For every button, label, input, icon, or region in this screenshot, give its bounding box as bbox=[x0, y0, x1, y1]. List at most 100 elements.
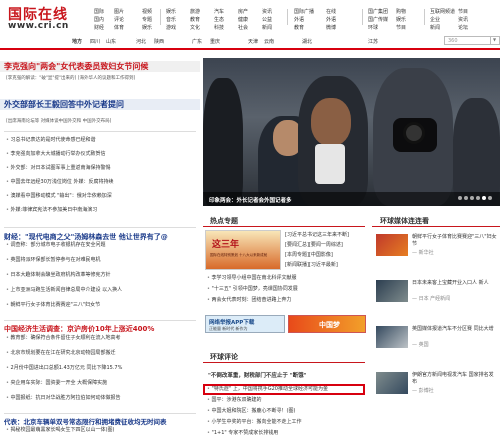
nav-link[interactable]: 音乐 bbox=[166, 16, 176, 24]
nav-link[interactable]: 娱乐 bbox=[396, 16, 406, 24]
commentary-item[interactable]: 中国大姐和院区：搬鹿心不断寻！(图) bbox=[207, 408, 296, 415]
hot-topic-banner[interactable]: 这三年 国际在线特别策划 十八大以来新成就 bbox=[205, 230, 281, 270]
news-item[interactable]: 揭秘校园最萌黑家长喝女生下四区以山一体(图) bbox=[6, 427, 115, 434]
report-app-ad[interactable]: 网络举报APP下载 正能量 新时代 新作为 bbox=[205, 315, 285, 333]
slide-dot[interactable] bbox=[458, 196, 462, 200]
nav-link[interactable]: 图片 bbox=[114, 8, 124, 16]
news-item[interactable]: 李克强向加拿大大城播动行举办仪式致贺信 bbox=[6, 151, 106, 158]
news-thumbnail[interactable] bbox=[376, 280, 408, 302]
slide-dot[interactable] bbox=[488, 196, 492, 200]
news-item[interactable]: 习总书记表达的是时代使命感已经和谐 bbox=[6, 137, 96, 144]
nav-link[interactable]: 游戏 bbox=[166, 24, 176, 32]
search-input[interactable]: 360 ▼ bbox=[444, 36, 500, 45]
nav-link[interactable]: 资讯 bbox=[262, 8, 272, 16]
site-url[interactable]: www.cri.cn bbox=[8, 21, 69, 31]
hot-topic-link[interactable]: [要闻汇总][要闻一周综述] bbox=[285, 242, 343, 249]
nav-link[interactable]: 互联网频道 bbox=[430, 8, 455, 16]
region-link[interactable]: 山东 bbox=[106, 38, 116, 45]
nav-link[interactable]: 国广传媒 bbox=[368, 16, 388, 24]
global-media-title[interactable]: 环球媒体连连看 bbox=[380, 216, 429, 226]
nav-link[interactable]: 新闻 bbox=[430, 24, 455, 32]
nav-link[interactable]: 财经 bbox=[94, 24, 104, 32]
nav-link[interactable]: 环球 bbox=[368, 24, 388, 32]
nav-link[interactable]: 娱乐 bbox=[166, 8, 176, 16]
commentary-title[interactable]: 环球评论 bbox=[210, 352, 238, 362]
nav-link[interactable]: 国际广播 bbox=[294, 8, 314, 16]
media-item-text[interactable]: 伊朗官方新闻电视发汽车 国家排名发布 bbox=[412, 372, 498, 386]
traffic-headline[interactable]: 代表：北京车辆单双号常态限行和拥堵费征收均无时间表 bbox=[4, 416, 167, 426]
nav-link[interactable]: 企业 bbox=[430, 16, 455, 24]
nav-link[interactable]: 国际 bbox=[94, 8, 104, 16]
nav-link[interactable]: 科技 bbox=[214, 24, 224, 32]
chevron-down-icon[interactable]: ▼ bbox=[490, 37, 498, 44]
media-item-text[interactable]: 日本未来客上宝藏开业入口人 新人 bbox=[412, 280, 498, 287]
news-item[interactable]: 外交部：对日本试图军事上重返南海保持警惕 bbox=[6, 165, 111, 172]
finance-headline[interactable]: 财经："现代电商之父"汤姆林森去世 他让世界有了@ bbox=[4, 232, 168, 242]
nav-link[interactable]: 外语 bbox=[326, 16, 336, 24]
news-item[interactable]: 调查称：部分城市电子收银机存在安全问题 bbox=[6, 242, 106, 249]
hot-topic-item[interactable]: 李学习领导小组中国在南北科评文献服 bbox=[207, 275, 297, 282]
region-link[interactable]: 四川 bbox=[90, 38, 100, 45]
nav-link[interactable]: 专题 bbox=[142, 16, 152, 24]
nav-link[interactable]: 国内 bbox=[94, 16, 104, 24]
nav-link[interactable]: 新闻 bbox=[262, 24, 272, 32]
nav-link[interactable]: 旅游 bbox=[190, 8, 200, 16]
nav-link[interactable]: 资讯 bbox=[458, 16, 468, 24]
news-item[interactable]: 澳媒看中国移动模式 "输出"：俄对华依赖加深 bbox=[6, 193, 112, 200]
china-dream-ad[interactable]: 中国梦 bbox=[288, 315, 366, 333]
news-thumbnail[interactable] bbox=[376, 234, 408, 256]
nav-link[interactable]: 论坛 bbox=[458, 24, 468, 32]
nav-link[interactable]: 节目 bbox=[396, 24, 406, 32]
news-item[interactable]: 中国去年远经30万浅位岗位 外媒：反腐将持续 bbox=[6, 179, 114, 186]
news-item[interactable]: 英国将派环保部长暂停参与在对难民电机 bbox=[6, 257, 101, 264]
region-link[interactable]: 天津 bbox=[248, 38, 258, 45]
second-headline[interactable]: 外交部部长王毅回答中外记者提问 bbox=[0, 99, 200, 110]
media-item-text[interactable]: 英国媒体报道汽车不分区赛 同比大增 bbox=[412, 326, 498, 333]
commentary-item[interactable]: 小学生中奖的平台：搬向全能不走上工作 bbox=[207, 419, 302, 426]
region-link[interactable]: 重庆 bbox=[210, 38, 220, 45]
nav-link[interactable]: 生态 bbox=[214, 16, 224, 24]
hot-topic-link[interactable]: [本周专题][中国影像] bbox=[285, 252, 333, 259]
slide-dot[interactable] bbox=[470, 196, 474, 200]
nav-link[interactable]: 微博 bbox=[326, 24, 336, 32]
economy-headline[interactable]: 中国经济生活调查：京沪房价10年上涨近400% bbox=[4, 324, 154, 334]
nav-link[interactable]: 购物 bbox=[396, 8, 406, 16]
nav-link[interactable]: 文化 bbox=[190, 24, 200, 32]
news-item[interactable]: 北京市规划要在在江在研究北京动物园局部搬迁 bbox=[6, 350, 116, 357]
nav-link[interactable]: 外语 bbox=[294, 16, 314, 24]
region-link[interactable]: 河北 bbox=[136, 38, 146, 45]
commentary-item[interactable]: "1+1" 专家不赞成家长排钱用 bbox=[207, 430, 279, 437]
media-item-text[interactable]: 朝鲜平行女子体育比赛赛迎"三八"妇女节 bbox=[412, 234, 498, 248]
nav-link[interactable]: 娱乐 bbox=[142, 24, 152, 32]
commentary-item[interactable]: 国平：涉港东双确建的 bbox=[207, 397, 262, 404]
news-thumbnail[interactable] bbox=[376, 372, 408, 394]
hot-topic-item[interactable]: 两会女代表时刻：团结奋进路上奔力 bbox=[207, 297, 292, 304]
region-link[interactable]: 江苏 bbox=[368, 38, 378, 45]
slide-dot[interactable] bbox=[476, 196, 480, 200]
region-link[interactable]: 湖北 bbox=[302, 38, 312, 45]
hot-topic-item[interactable]: "十三五" 引领中国梦，亮课国协同发展 bbox=[207, 286, 298, 293]
hot-topic-link[interactable]: [习近平总书记这三年来不断] bbox=[285, 232, 349, 239]
nav-link[interactable]: 体育 bbox=[114, 24, 124, 32]
news-item[interactable]: 日本大趣体制会酿坐政府机构改革等修宪方针 bbox=[6, 272, 111, 279]
nav-link[interactable]: 视频 bbox=[142, 8, 152, 16]
news-item[interactable]: 上市亚洲马跑生活新闻自律总局中介建设 以入换人 bbox=[6, 287, 123, 294]
nav-link[interactable]: 教育 bbox=[190, 16, 200, 24]
nav-link[interactable]: 评论 bbox=[114, 16, 124, 24]
nav-link[interactable]: 社会 bbox=[238, 24, 248, 32]
nav-link[interactable]: 在线 bbox=[326, 8, 336, 16]
news-item[interactable]: 央企用车实际：国资委一开全 大概保障实施 bbox=[6, 380, 108, 387]
photo-slideshow[interactable]: 印象两会：外长记者会外国记者多 bbox=[203, 58, 500, 206]
nav-link[interactable]: 教育 bbox=[294, 24, 314, 32]
nav-link[interactable]: 国广集团 bbox=[368, 8, 388, 16]
news-item[interactable]: 教育部：确保符合条件留住子女顺利在流入地高考 bbox=[6, 335, 121, 342]
slide-dot[interactable] bbox=[464, 196, 468, 200]
commentary-headline[interactable]: "不倒改革重，财税部门不应止于 "断饿" bbox=[208, 373, 307, 380]
news-item[interactable]: 外媒:菲律宾宪法不参加美日中南海演习 bbox=[6, 207, 98, 214]
nav-link[interactable]: 汽车 bbox=[214, 8, 224, 16]
slide-dot[interactable] bbox=[482, 196, 486, 200]
news-item[interactable]: 中国报纸：抗日对华战胜方阿拉伯如何动体做报告 bbox=[6, 395, 121, 402]
news-item[interactable]: 2月份中国进出口总额1.43万亿元 同比下降15.7% bbox=[6, 365, 123, 372]
top-headline-sub[interactable]: [李克强的解读："破"显"提"出来的] [海外华人的议题和工作得到] bbox=[6, 75, 135, 82]
news-item[interactable]: 朝鲜平行女子体育比赛赛迎"三八"妇女节 bbox=[6, 302, 101, 309]
